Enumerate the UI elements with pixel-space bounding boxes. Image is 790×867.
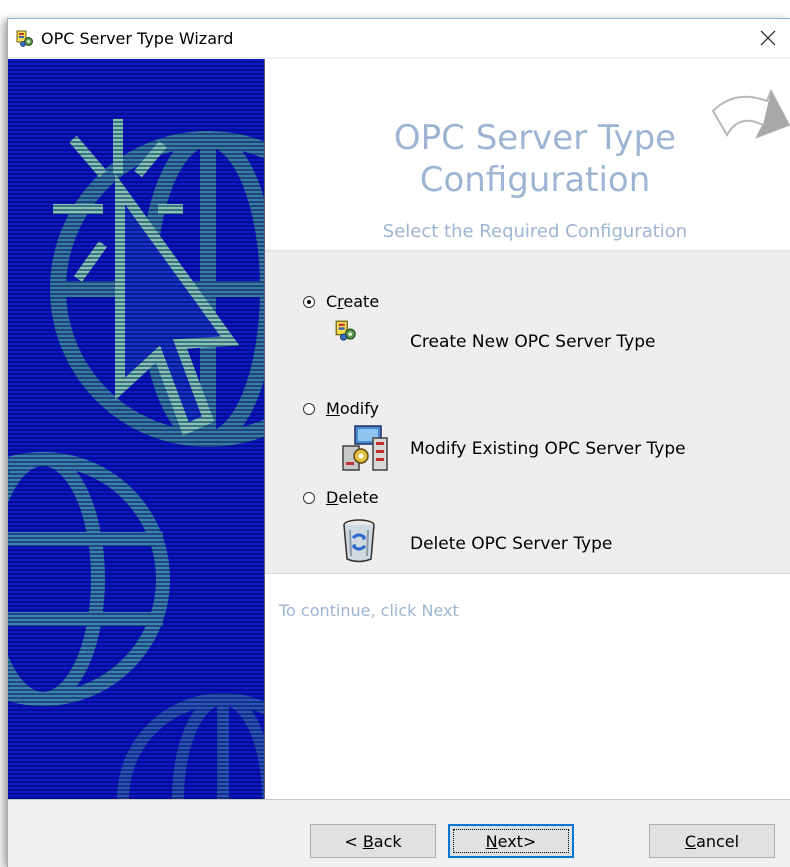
create-description: Create New OPC Server Type [410, 332, 656, 352]
delete-description: Delete OPC Server Type [410, 534, 613, 554]
page-title: OPC Server Type Configuration [325, 117, 745, 201]
globe-cursor-illustration [8, 119, 264, 799]
wizard-gear-icon [335, 320, 356, 341]
hint-area: To continue, click Next [265, 577, 790, 799]
curved-arrow-icon [711, 88, 790, 139]
modify-description: Modify Existing OPC Server Type [410, 439, 686, 459]
button-bar: < Back Next> Cancel [8, 799, 790, 867]
close-button[interactable] [745, 19, 790, 57]
server-modify-icon [342, 425, 388, 471]
delete-radio-label[interactable]: Delete [326, 488, 379, 507]
modify-radio-circle[interactable] [303, 402, 315, 415]
create-radio-label[interactable]: Create [326, 292, 379, 311]
modify-radio[interactable]: Modify [303, 399, 379, 418]
back-button[interactable]: < Back [310, 824, 436, 858]
window-title: OPC Server Type Wizard [41, 29, 234, 48]
wizard-header: OPC Server Type Configuration Select the… [265, 59, 790, 249]
wizard-banner-image [8, 59, 265, 799]
wizard-gear-icon [16, 30, 33, 47]
create-radio-circle[interactable] [303, 295, 315, 308]
close-icon [760, 30, 776, 46]
configuration-options: Create Create New OPC Server Type Modify [265, 251, 790, 574]
page-subtitle: Select the Required Configuration [382, 221, 688, 242]
create-radio[interactable]: Create [303, 292, 379, 311]
modify-radio-label[interactable]: Modify [326, 399, 379, 418]
next-button[interactable]: Next> [448, 824, 574, 858]
recycle-bin-icon [343, 519, 375, 563]
cancel-button[interactable]: Cancel [649, 824, 775, 858]
page-title-line1: OPC Server Type [393, 118, 677, 158]
page-title-line2: Configuration [419, 160, 651, 200]
delete-radio[interactable]: Delete [303, 488, 379, 507]
title-bar: OPC Server Type Wizard [8, 19, 790, 57]
delete-radio-circle[interactable] [303, 491, 315, 504]
wizard-window: OPC Server Type Wizard OPC Server Type C… [7, 18, 790, 867]
continue-hint: To continue, click Next [279, 601, 459, 620]
